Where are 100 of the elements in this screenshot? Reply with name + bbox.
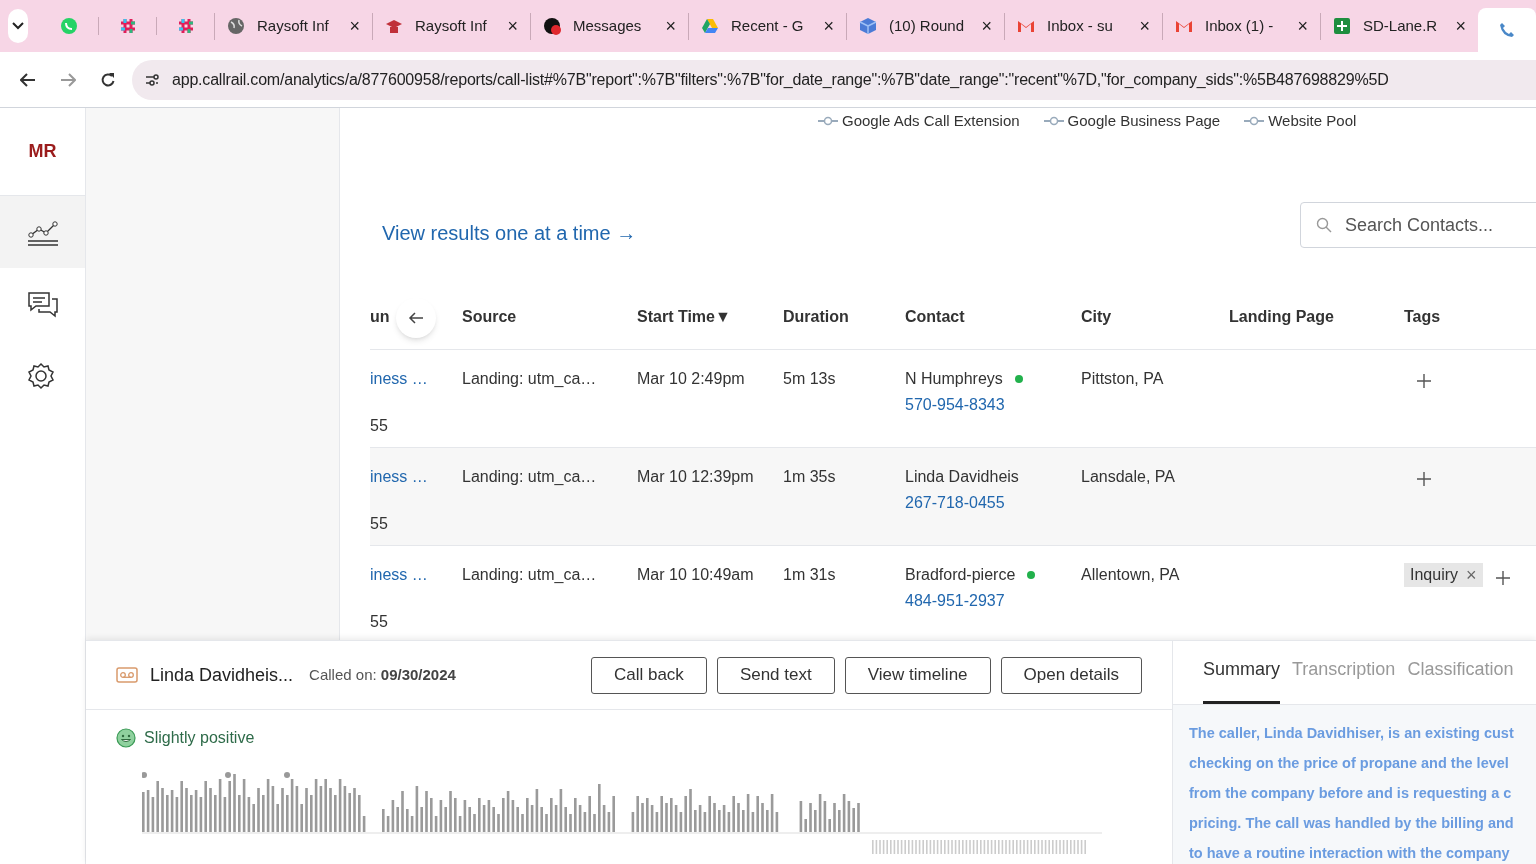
tag-label: Inquiry xyxy=(1410,565,1459,585)
close-tab-icon[interactable]: × xyxy=(665,12,676,40)
source-link[interactable]: iness … xyxy=(370,563,462,587)
legend-label: Google Business Page xyxy=(1067,111,1221,131)
add-tag-icon[interactable] xyxy=(1494,570,1511,586)
legend-line-icon xyxy=(1043,116,1064,127)
reload-icon[interactable] xyxy=(100,71,116,88)
table-cell-text: Lansdale, PA xyxy=(1081,467,1176,487)
phone-link[interactable]: 267-718-0455 xyxy=(905,491,1005,515)
table-cell-text: 55 xyxy=(370,612,389,632)
source-link[interactable]: iness … xyxy=(370,465,462,489)
phone-icon xyxy=(1498,21,1516,39)
action-button[interactable]: Call back xyxy=(590,656,707,694)
table-cell-text: Landing: utm_ca… xyxy=(462,565,598,585)
close-tab-icon[interactable]: × xyxy=(1139,12,1150,40)
table-cell-text: Landing: utm_ca… xyxy=(462,467,598,487)
chat-badge-icon xyxy=(543,17,561,35)
voicemail-icon xyxy=(116,667,138,683)
table-cell-text: 5m 13s xyxy=(783,369,837,389)
browser-tab[interactable]: Raysoft Inf × xyxy=(372,12,530,40)
browser-tab[interactable]: Inbox (1) - × xyxy=(1162,12,1320,40)
smiley-icon xyxy=(116,728,136,748)
column-header[interactable]: Tags xyxy=(1404,304,1441,329)
browser-tab[interactable]: Raysoft Inf × xyxy=(214,12,372,40)
table-cell-text: Mar 10 12:39pm xyxy=(637,467,755,487)
table-cell-text: Mar 10 2:49pm xyxy=(637,369,746,389)
source-link[interactable]: iness … xyxy=(370,367,462,391)
sentiment-label: Slightly positive xyxy=(144,728,255,748)
browser-tab[interactable]: SD-Lane.R × xyxy=(1320,12,1478,40)
spreadsheet-icon xyxy=(1333,17,1351,35)
caller-name: Linda Davidheis... xyxy=(150,663,294,687)
summary-text-line: to have a routine interaction with the company xyxy=(1189,844,1511,863)
tab-search-button[interactable] xyxy=(8,9,28,43)
hash-grid-icon xyxy=(118,17,137,35)
detail-tab[interactable]: Summary xyxy=(1203,656,1280,704)
close-tab-icon[interactable]: × xyxy=(823,12,834,40)
search-field[interactable]: Search Contacts... xyxy=(1300,202,1536,248)
column-header[interactable]: Start Time▼ xyxy=(637,304,731,329)
close-tab-icon[interactable]: × xyxy=(1455,12,1466,40)
column-header: un xyxy=(370,306,390,327)
site-settings-icon[interactable] xyxy=(144,71,160,88)
add-tag-icon[interactable] xyxy=(1416,373,1432,389)
summary-text-line: checking on the price of propane and the level xyxy=(1189,754,1510,773)
action-button[interactable]: View timeline xyxy=(844,656,991,694)
add-tag-icon[interactable] xyxy=(1416,471,1432,487)
chat-bubbles-icon xyxy=(25,289,60,319)
hash-grid-icon xyxy=(176,17,195,35)
contact-name: Bradford-pierce xyxy=(905,565,1016,585)
table-cell-text: Mar 10 10:49am xyxy=(637,565,755,585)
triangle-icon xyxy=(701,17,719,35)
arrow-left-icon xyxy=(408,310,424,326)
summary-text-line: from the company before and is requesting a c xyxy=(1189,784,1513,803)
browser-tab[interactable]: (10) Round × xyxy=(846,12,1004,40)
globe-icon xyxy=(227,17,245,35)
table-cell-text: Pittston, PA xyxy=(1081,369,1165,389)
table-cell-text: Allentown, PA xyxy=(1081,565,1181,585)
column-header[interactable]: Contact xyxy=(905,304,965,329)
browser-tab[interactable]: Recent - G × xyxy=(688,12,846,40)
browser-tab[interactable]: Inbox - su × xyxy=(1004,12,1162,40)
column-header[interactable]: City xyxy=(1081,304,1112,329)
table-cell-text: 55 xyxy=(370,514,389,534)
close-tab-icon[interactable]: × xyxy=(349,12,360,40)
phone-link[interactable]: 484-951-2937 xyxy=(905,589,1005,613)
table-cell-text: 1m 35s xyxy=(783,467,837,487)
column-header[interactable]: Source xyxy=(462,304,517,329)
table-cell-text: 55 xyxy=(370,416,389,436)
called-on-text: Called on: 09/30/2024 xyxy=(309,664,456,685)
phone-link[interactable]: 570-954-8343 xyxy=(905,393,1005,417)
close-tab-icon[interactable]: × xyxy=(981,12,992,40)
address-bar[interactable]: app.callrail.com/analytics/a/877600958/reports/call-list#%7B"report":%7B"filters":%7B"for_date_range":%7B"date_range":"recent"%7D,"for_company_sids":%5B487698829%5D xyxy=(132,59,1536,100)
browser-tab[interactable]: Messages × xyxy=(530,12,688,40)
legend-line-icon xyxy=(1244,116,1265,127)
forward-icon[interactable] xyxy=(60,71,76,88)
url-text: app.callrail.com/analytics/a/877600958/reports/call-list#%7B"report":%7B"filters":%7B"for_date_range":%7B"date_range":"recent"%7D,"for_company_sids":%5B487698829%5D xyxy=(172,69,1389,90)
legend-label: Website Pool xyxy=(1268,111,1357,131)
summary-text-line: The caller, Linda Davidhiser, is an existing cust xyxy=(1189,724,1515,743)
nav-item[interactable] xyxy=(0,196,85,268)
legend-line-icon xyxy=(818,116,838,127)
summary-text-line: pricing. The call was handled by the billing and xyxy=(1189,814,1515,833)
user-initials[interactable]: MR xyxy=(28,138,57,165)
search-icon xyxy=(1316,217,1332,233)
scroll-left-button[interactable] xyxy=(396,298,436,338)
legend-label: Google Ads Call Extension xyxy=(842,111,1020,131)
close-tab-icon[interactable]: × xyxy=(1297,12,1308,40)
view-results-link[interactable]: View results one at a time → xyxy=(382,218,637,248)
table-row[interactable]: iness … 55 Landing: utm_ca… Mar 10 12:39pm 1m 35s Linda Davidheis 267-718-0455 Lansdale, PA xyxy=(370,448,1536,546)
table-cell-text: 1m 31s xyxy=(783,565,837,585)
column-header[interactable]: Duration xyxy=(783,304,849,329)
contact-name: N Humphreys xyxy=(905,369,1003,389)
close-tab-icon[interactable]: × xyxy=(507,12,518,40)
back-icon[interactable] xyxy=(20,71,36,88)
remove-tag-button[interactable]: × xyxy=(1466,561,1477,589)
action-button[interactable]: Send text xyxy=(716,656,835,694)
chevron-down-icon xyxy=(12,22,24,30)
action-button[interactable]: Open details xyxy=(1000,656,1142,694)
contact-name: Linda Davidheis xyxy=(905,467,1019,487)
column-header[interactable]: Landing Page xyxy=(1229,304,1334,329)
cube-icon xyxy=(859,17,877,35)
chat-bubble-icon xyxy=(60,17,78,35)
table-cell-text: Landing: utm_ca… xyxy=(462,369,598,389)
